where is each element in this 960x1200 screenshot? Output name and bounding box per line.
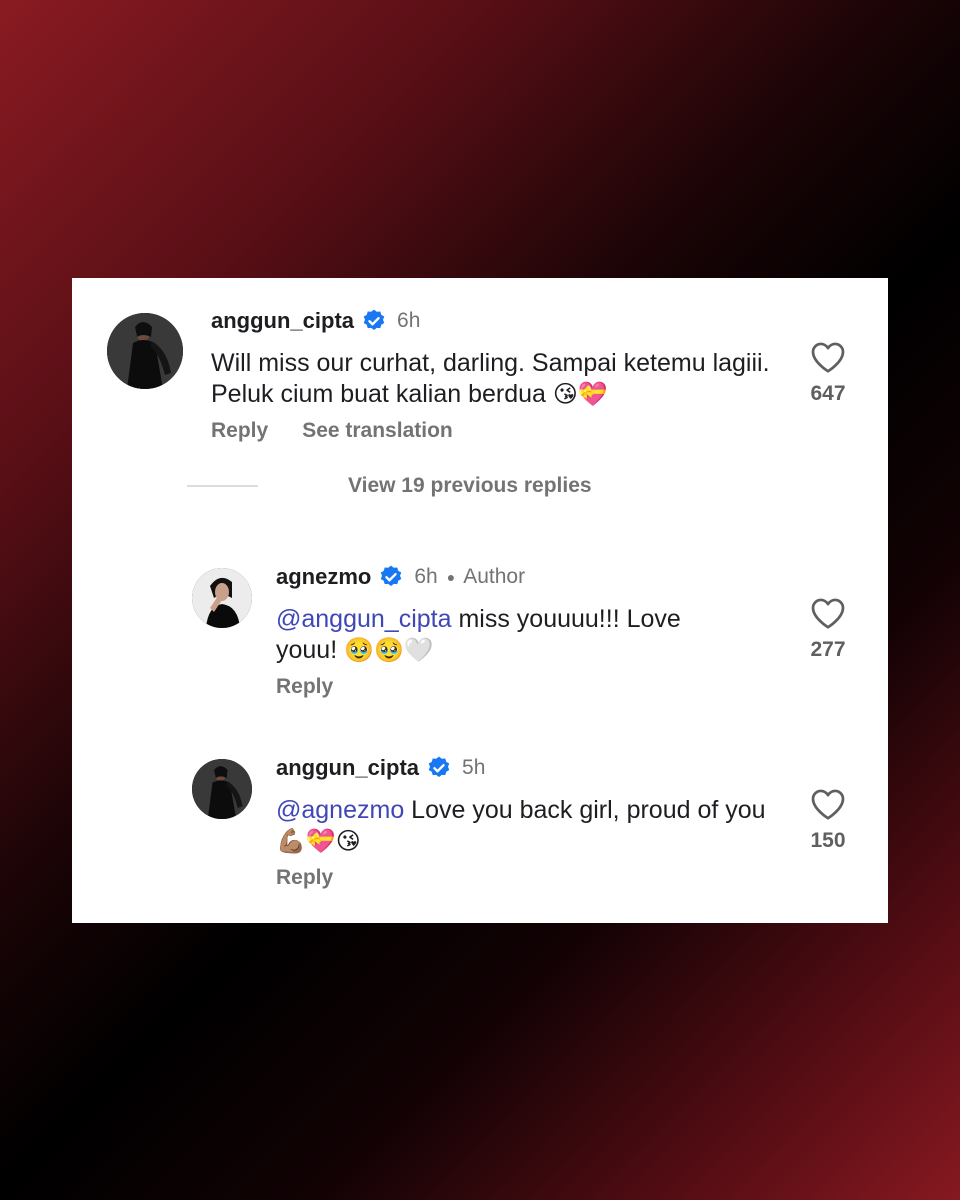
emoji-group: 💪🏽💝😘 [276, 827, 361, 855]
comment-text: @anggun_cipta miss youuuu!!! Love youu! … [276, 604, 746, 666]
reply-button[interactable]: Reply [276, 675, 333, 699]
avatar-anggun-image [107, 313, 183, 389]
mention-link[interactable]: @agnezmo [276, 796, 404, 824]
comment-actions: Reply [276, 675, 333, 699]
verified-badge-icon [378, 564, 404, 590]
like-count: 150 [810, 829, 846, 852]
comment-header: anggun_cipta 5h [276, 755, 485, 781]
avatar-anggun-image [192, 759, 252, 819]
emoji-group: 😘💝 [552, 380, 608, 408]
comment-header: agnezmo 6h ● Author [276, 564, 525, 590]
like-control: 150 [798, 787, 858, 853]
comment-actions: Reply See translation [211, 419, 453, 443]
comment-body: Will miss our curhat, darling. Sampai ke… [211, 349, 770, 408]
divider [187, 485, 258, 487]
comment-body: Love you back girl, proud of you [404, 796, 766, 824]
username[interactable]: anggun_cipta [211, 308, 354, 334]
comment-text: Will miss our curhat, darling. Sampai ke… [211, 348, 771, 410]
comment-2: agnezmo 6h ● Author @anggun_cipta miss y… [72, 558, 888, 708]
heart-outline-icon[interactable] [810, 340, 846, 374]
like-control: 277 [798, 596, 858, 662]
reply-button[interactable]: Reply [276, 866, 333, 890]
avatar[interactable] [107, 313, 183, 389]
author-badge: Author [463, 565, 526, 588]
reply-button[interactable]: Reply [211, 419, 268, 443]
separator-dot: ● [446, 569, 456, 585]
heart-outline-icon[interactable] [810, 787, 846, 821]
comment-actions: Reply [276, 866, 333, 890]
view-previous-replies[interactable]: View 19 previous replies [187, 474, 592, 498]
heart-outline-icon[interactable] [810, 596, 846, 630]
comment-text: @agnezmo Love you back girl, proud of yo… [276, 795, 766, 857]
comments-card: anggun_cipta 6h Will miss our curhat, da… [72, 278, 888, 923]
avatar[interactable] [192, 568, 252, 628]
mention-link[interactable]: @anggun_cipta [276, 605, 452, 633]
verified-badge-icon [426, 755, 452, 781]
username[interactable]: agnezmo [276, 564, 371, 590]
verified-badge-icon [361, 308, 387, 334]
like-count: 277 [810, 638, 846, 661]
timestamp: 6h [397, 309, 421, 332]
avatar-agnezmo-image [192, 568, 252, 628]
timestamp: 5h [462, 756, 486, 779]
like-count: 647 [810, 382, 846, 405]
view-replies-link[interactable]: View 19 previous replies [348, 474, 592, 498]
comment-header: anggun_cipta 6h [211, 308, 420, 334]
see-translation-button[interactable]: See translation [302, 419, 453, 443]
timestamp: 6h [414, 565, 438, 588]
username[interactable]: anggun_cipta [276, 755, 419, 781]
comment-3: anggun_cipta 5h @agnezmo Love you back g… [72, 749, 888, 899]
emoji-group: 🥹🥹🤍 [344, 636, 434, 664]
avatar[interactable] [192, 759, 252, 819]
comment-1: anggun_cipta 6h Will miss our curhat, da… [72, 278, 888, 458]
like-control: 647 [798, 340, 858, 406]
